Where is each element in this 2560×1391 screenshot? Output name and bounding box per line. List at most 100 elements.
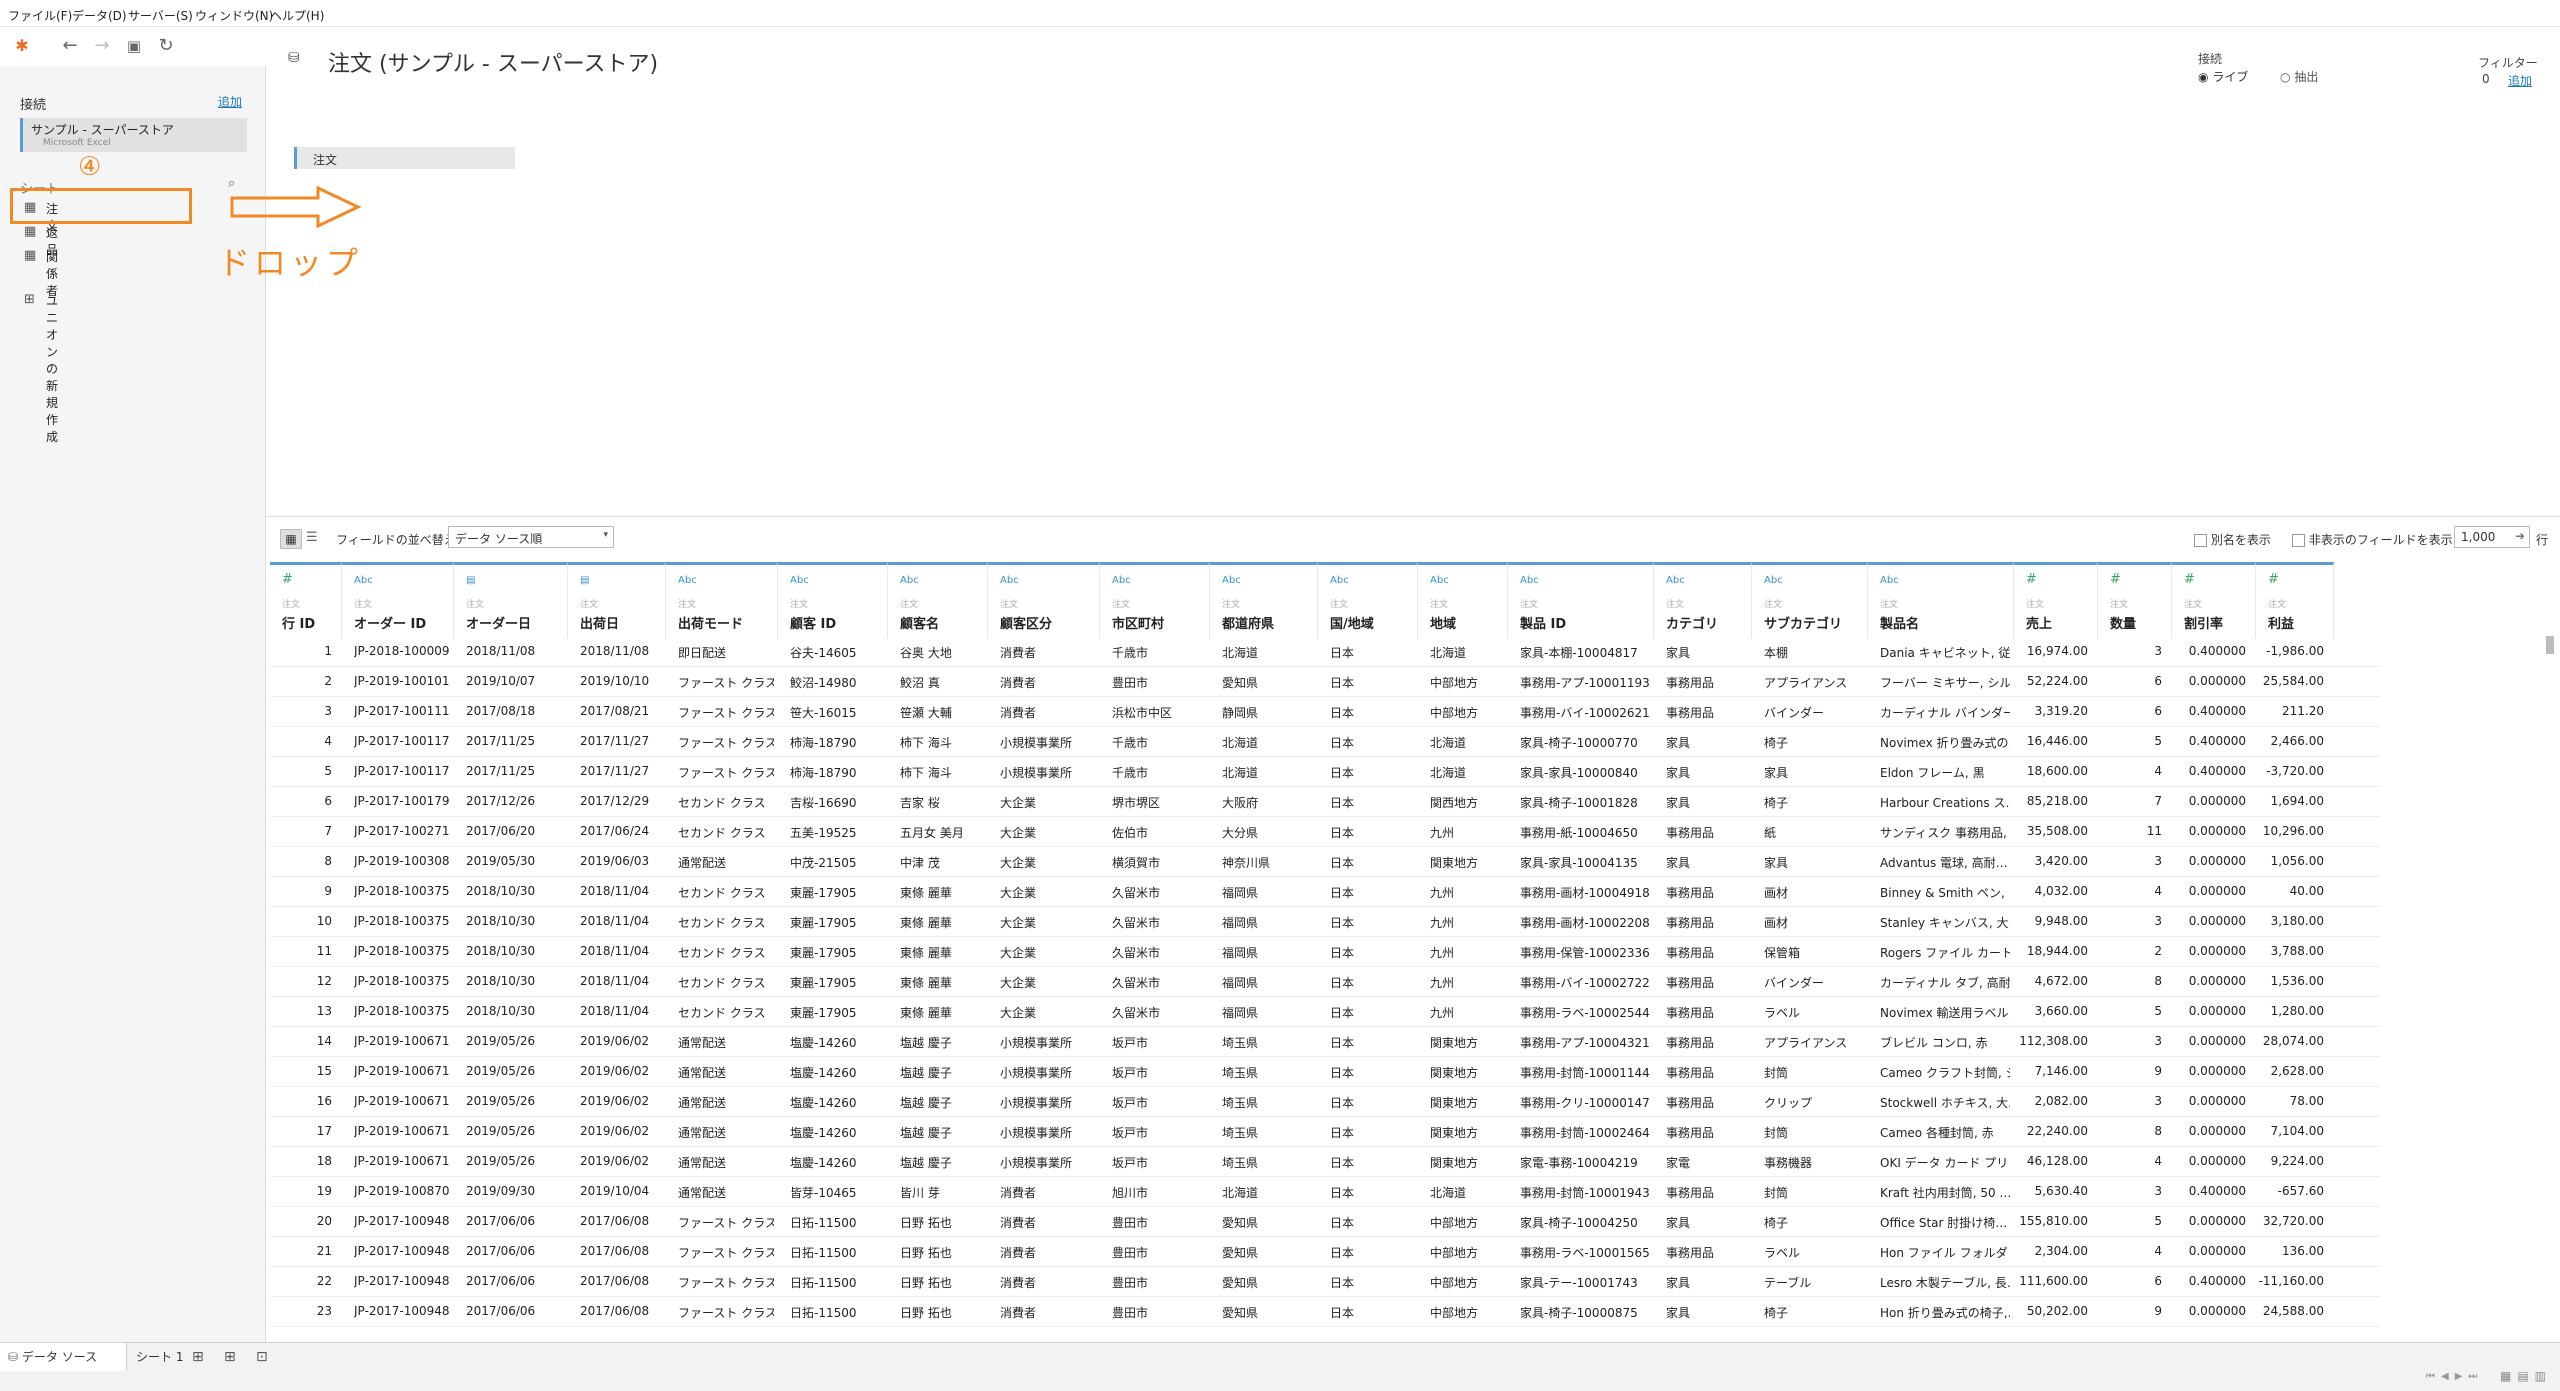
- grid-view-icon[interactable]: ▦: [280, 529, 302, 549]
- string-type-icon[interactable]: Abc: [354, 575, 373, 586]
- column-header[interactable]: Abc 注文 市区町村: [1100, 562, 1210, 639]
- join-canvas[interactable]: ⛁ 注文 (サンプル - スーパーストア) 接続 ◉ ライブ ○ 抽出 フィルタ…: [266, 26, 2560, 516]
- table-pill-orders[interactable]: 注文: [294, 147, 515, 169]
- string-type-icon[interactable]: Abc: [900, 575, 919, 586]
- column-header[interactable]: Abc 注文 製品 ID: [1508, 562, 1654, 639]
- string-type-icon[interactable]: Abc: [1000, 575, 1019, 586]
- show-aliases-checkbox[interactable]: 別名を表示: [2194, 531, 2271, 548]
- table-row[interactable]: 16 JP-2019-1006716 2019/05/26 2019/06/02 通常配…: [270, 1086, 2380, 1117]
- table-row[interactable]: 15 JP-2019-1006716 2019/05/26 2019/06/02 通常配…: [270, 1056, 2380, 1087]
- string-type-icon[interactable]: Abc: [1222, 575, 1241, 586]
- table-row[interactable]: 20 JP-2017-1009485 2017/06/06 2017/06/08 ファー…: [270, 1206, 2380, 1237]
- column-header[interactable]: Abc 注文 地域: [1418, 562, 1508, 639]
- view-mode-icon[interactable]: ▦▤▥: [2500, 1369, 2552, 1383]
- forward-icon[interactable]: →: [90, 34, 114, 58]
- column-header[interactable]: Abc 注文 サブカテゴリ: [1752, 562, 1868, 639]
- table-cell: 中部地方: [1430, 1216, 1479, 1230]
- tab-sheet1[interactable]: シート 1: [128, 1343, 191, 1371]
- number-type-icon[interactable]: #: [2110, 572, 2121, 587]
- menu-server[interactable]: サーバー(S): [128, 7, 193, 24]
- column-header[interactable]: # 注文 利益: [2256, 562, 2334, 639]
- table-row[interactable]: 6 JP-2017-1001799 2017/12/26 2017/12/29 セカンド…: [270, 786, 2380, 817]
- tab-datasource[interactable]: ⛁ データ ソース: [0, 1343, 127, 1371]
- column-header[interactable]: Abc 注文 顧客 ID: [778, 562, 888, 639]
- sort-fields-select[interactable]: データ ソース順 ▾: [448, 526, 614, 548]
- string-type-icon[interactable]: Abc: [1666, 575, 1685, 586]
- tableau-logo-icon[interactable]: ✱: [10, 34, 34, 58]
- column-header[interactable]: Abc 注文 顧客名: [888, 562, 988, 639]
- table-row[interactable]: 23 JP-2017-1009485 2017/06/06 2017/06/08 ファー…: [270, 1296, 2380, 1327]
- string-type-icon[interactable]: Abc: [1880, 575, 1899, 586]
- table-row[interactable]: 17 JP-2019-1006716 2019/05/26 2019/06/02 通常配…: [270, 1116, 2380, 1147]
- string-type-icon[interactable]: Abc: [1330, 575, 1349, 586]
- new-dashboard-icon[interactable]: ⊞: [224, 1349, 236, 1365]
- table-row[interactable]: 1 JP-2018-1000099 2018/11/08 2018/11/08 即日配送…: [270, 636, 2380, 667]
- column-header[interactable]: # 注文 割引率: [2172, 562, 2256, 639]
- string-type-icon[interactable]: Abc: [1520, 575, 1539, 586]
- page-title[interactable]: 注文 (サンプル - スーパーストア): [328, 46, 658, 78]
- table-row[interactable]: 7 JP-2017-1002711 2017/06/20 2017/06/24 セカンド…: [270, 816, 2380, 847]
- column-header[interactable]: # 注文行 ID: [270, 562, 342, 639]
- date-type-icon[interactable]: ▤: [466, 575, 475, 586]
- column-header[interactable]: Abc 注文 都道府県: [1210, 562, 1318, 639]
- column-header[interactable]: Abc 注文 顧客区分: [988, 562, 1100, 639]
- column-header[interactable]: ▤ 注文 オーダー日: [454, 562, 568, 639]
- extract-radio[interactable]: ○ 抽出: [2280, 68, 2318, 85]
- table-row[interactable]: 18 JP-2019-1006716 2019/05/26 2019/06/02 通常配…: [270, 1146, 2380, 1177]
- show-hidden-checkbox[interactable]: 非表示のフィールドを表示: [2292, 531, 2453, 548]
- table-cell: 五美-19525: [790, 826, 857, 840]
- string-type-icon[interactable]: Abc: [1430, 575, 1449, 586]
- live-radio[interactable]: ◉ ライブ: [2198, 68, 2248, 85]
- table-row[interactable]: 21 JP-2017-1009485 2017/06/06 2017/06/08 ファー…: [270, 1236, 2380, 1267]
- table-row[interactable]: 3 JP-2017-1001113 2017/08/18 2017/08/21 ファース…: [270, 696, 2380, 727]
- column-header[interactable]: Abc 注文 出荷モード: [666, 562, 778, 639]
- string-type-icon[interactable]: Abc: [678, 575, 697, 586]
- save-icon[interactable]: ▣: [122, 34, 146, 58]
- table-row[interactable]: 4 JP-2017-1001177 2017/11/25 2017/11/27 ファース…: [270, 726, 2380, 757]
- number-type-icon[interactable]: #: [2026, 572, 2037, 587]
- string-type-icon[interactable]: Abc: [1112, 575, 1131, 586]
- number-type-icon[interactable]: #: [282, 572, 293, 587]
- data-grid[interactable]: # 注文行 ID Abc 注文 オーダー ID ▤ 注文 オーダー日 ▤ 注文 出荷日 Abc 注文 出荷…: [270, 562, 2560, 1340]
- column-header[interactable]: Abc 注文 製品名: [1868, 562, 2014, 639]
- new-sheet-icon[interactable]: ⊞: [192, 1349, 204, 1365]
- string-type-icon[interactable]: Abc: [1764, 575, 1783, 586]
- table-row[interactable]: 22 JP-2017-1009485 2017/06/06 2017/06/08 ファー…: [270, 1266, 2380, 1297]
- column-header[interactable]: # 注文 数量: [2098, 562, 2172, 639]
- number-type-icon[interactable]: #: [2184, 572, 2195, 587]
- column-header[interactable]: Abc 注文 オーダー ID: [342, 562, 454, 639]
- table-row[interactable]: 10 JP-2018-1003752 2018/10/30 2018/11/04 セカン…: [270, 906, 2380, 937]
- table-row[interactable]: 5 JP-2017-1001177 2017/11/25 2017/11/27 ファース…: [270, 756, 2380, 787]
- back-icon[interactable]: ←: [58, 34, 82, 58]
- menu-window[interactable]: ウィンドウ(N): [195, 7, 273, 24]
- add-connection-link[interactable]: 追加: [218, 93, 242, 110]
- menu-help[interactable]: ヘルプ(H): [270, 7, 324, 24]
- table-row[interactable]: 13 JP-2018-1003752 2018/10/30 2018/11/04 セカン…: [270, 996, 2380, 1027]
- connection-item[interactable]: サンプル - スーパーストア Microsoft Excel: [20, 118, 247, 152]
- table-row[interactable]: 19 JP-2019-1008702 2019/09/30 2019/10/04 通常配…: [270, 1176, 2380, 1207]
- refresh-icon[interactable]: ↻: [154, 34, 178, 58]
- vertical-scrollbar[interactable]: [2546, 636, 2554, 654]
- table-row[interactable]: 12 JP-2018-1003752 2018/10/30 2018/11/04 セカン…: [270, 966, 2380, 997]
- table-row[interactable]: 2 JP-2019-1001016 2019/10/07 2019/10/10 ファース…: [270, 666, 2380, 697]
- column-source: 注文: [678, 600, 697, 610]
- number-type-icon[interactable]: #: [2268, 572, 2279, 587]
- table-row[interactable]: 9 JP-2018-1003752 2018/10/30 2018/11/04 セカンド…: [270, 876, 2380, 907]
- table-row[interactable]: 11 JP-2018-1003752 2018/10/30 2018/11/04 セカン…: [270, 936, 2380, 967]
- table-row[interactable]: 14 JP-2019-1006716 2019/05/26 2019/06/02 通常配…: [270, 1026, 2380, 1057]
- column-header[interactable]: ▤ 注文 出荷日: [568, 562, 666, 639]
- table-row[interactable]: 8 JP-2019-1003088 2019/05/30 2019/06/03 通常配送…: [270, 846, 2380, 877]
- list-view-icon[interactable]: ☰: [306, 530, 318, 545]
- add-filter-link[interactable]: 追加: [2508, 72, 2532, 89]
- column-header[interactable]: Abc 注文 カテゴリ: [1654, 562, 1752, 639]
- rows-count-input[interactable]: 1,000 ➜: [2454, 526, 2530, 548]
- column-header[interactable]: # 注文 売上: [2014, 562, 2098, 639]
- date-type-icon[interactable]: ▤: [580, 575, 589, 586]
- string-type-icon[interactable]: Abc: [790, 575, 809, 586]
- table-cell: 日本: [1330, 1006, 1355, 1020]
- menu-file[interactable]: ファイル(F): [8, 7, 72, 24]
- menu-data[interactable]: データ(D): [72, 7, 127, 24]
- new-story-icon[interactable]: ⊡: [256, 1349, 268, 1365]
- column-header[interactable]: Abc 注文 国/地域: [1318, 562, 1418, 639]
- pagination-icon[interactable]: ⏮◀▶⏭: [2426, 1371, 2483, 1382]
